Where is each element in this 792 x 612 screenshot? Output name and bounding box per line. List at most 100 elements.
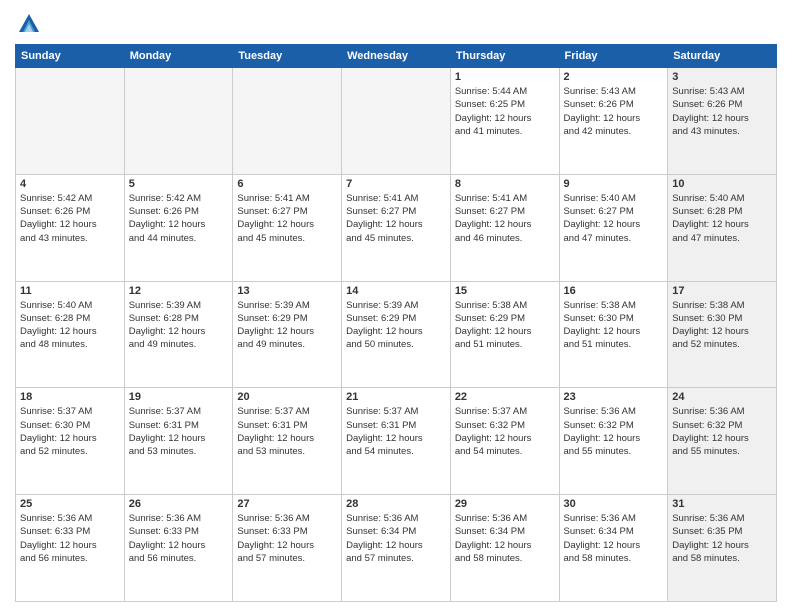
calendar-header-monday: Monday — [124, 45, 233, 68]
calendar-cell: 11 Sunrise: 5:40 AM Sunset: 6:28 PM Dayli… — [16, 281, 125, 388]
calendar-cell: 15 Sunrise: 5:38 AM Sunset: 6:29 PM Dayli… — [450, 281, 559, 388]
calendar-cell: 17 Sunrise: 5:38 AM Sunset: 6:30 PM Dayli… — [668, 281, 777, 388]
calendar-cell: 19 Sunrise: 5:37 AM Sunset: 6:31 PM Dayli… — [124, 388, 233, 495]
calendar-header-tuesday: Tuesday — [233, 45, 342, 68]
calendar-cell: 13 Sunrise: 5:39 AM Sunset: 6:29 PM Dayli… — [233, 281, 342, 388]
day-number: 9 — [564, 178, 664, 190]
logo — [15, 10, 45, 38]
header — [15, 10, 777, 38]
calendar-cell: 30 Sunrise: 5:36 AM Sunset: 6:34 PM Dayli… — [559, 495, 668, 602]
calendar-week-1: 4 Sunrise: 5:42 AM Sunset: 6:26 PM Daylig… — [16, 174, 777, 281]
day-number: 12 — [129, 285, 229, 297]
calendar-cell: 8Sunrise: 5:41 AM Sunset: 6:27 PM Daylig… — [450, 174, 559, 281]
calendar-cell: 20 Sunrise: 5:37 AM Sunset: 6:31 PM Dayli… — [233, 388, 342, 495]
day-info: Sunrise: 5:37 AM Sunset: 6:31 PM Dayligh… — [237, 405, 337, 458]
calendar-week-3: 18 Sunrise: 5:37 AM Sunset: 6:30 PM Dayli… — [16, 388, 777, 495]
calendar-cell: 3 Sunrise: 5:43 AM Sunset: 6:26 PM Daylig… — [668, 68, 777, 175]
calendar-header-wednesday: Wednesday — [342, 45, 451, 68]
calendar-week-0: 1 Sunrise: 5:44 AM Sunset: 6:25 PM Daylig… — [16, 68, 777, 175]
day-info: Sunrise: 5:39 AM Sunset: 6:29 PM Dayligh… — [237, 299, 337, 352]
day-info: Sunrise: 5:37 AM Sunset: 6:31 PM Dayligh… — [346, 405, 446, 458]
day-info: Sunrise: 5:41 AM Sunset: 6:27 PM Dayligh… — [346, 192, 446, 245]
day-info: Sunrise: 5:39 AM Sunset: 6:28 PM Dayligh… — [129, 299, 229, 352]
day-info: Sunrise: 5:43 AM Sunset: 6:26 PM Dayligh… — [672, 85, 772, 138]
day-number: 18 — [20, 391, 120, 403]
day-number: 1 — [455, 71, 555, 83]
day-info: Sunrise: 5:36 AM Sunset: 6:34 PM Dayligh… — [564, 512, 664, 565]
calendar-header-thursday: Thursday — [450, 45, 559, 68]
day-number: 22 — [455, 391, 555, 403]
calendar-cell: 25 Sunrise: 5:36 AM Sunset: 6:33 PM Dayli… — [16, 495, 125, 602]
day-info: Sunrise: 5:43 AM Sunset: 6:26 PM Dayligh… — [564, 85, 664, 138]
day-number: 4 — [20, 178, 120, 190]
day-number: 3 — [672, 71, 772, 83]
calendar-cell: 18 Sunrise: 5:37 AM Sunset: 6:30 PM Dayli… — [16, 388, 125, 495]
calendar-cell — [16, 68, 125, 175]
calendar-cell: 23 Sunrise: 5:36 AM Sunset: 6:32 PM Dayli… — [559, 388, 668, 495]
calendar-header-friday: Friday — [559, 45, 668, 68]
calendar-cell: 9Sunrise: 5:40 AM Sunset: 6:27 PM Daylig… — [559, 174, 668, 281]
day-info: Sunrise: 5:36 AM Sunset: 6:33 PM Dayligh… — [20, 512, 120, 565]
day-number: 5 — [129, 178, 229, 190]
day-info: Sunrise: 5:37 AM Sunset: 6:31 PM Dayligh… — [129, 405, 229, 458]
day-number: 14 — [346, 285, 446, 297]
day-info: Sunrise: 5:40 AM Sunset: 6:28 PM Dayligh… — [20, 299, 120, 352]
day-number: 23 — [564, 391, 664, 403]
calendar-cell — [233, 68, 342, 175]
day-info: Sunrise: 5:36 AM Sunset: 6:35 PM Dayligh… — [672, 512, 772, 565]
calendar-cell — [342, 68, 451, 175]
day-number: 28 — [346, 498, 446, 510]
day-number: 30 — [564, 498, 664, 510]
day-number: 25 — [20, 498, 120, 510]
day-info: Sunrise: 5:36 AM Sunset: 6:33 PM Dayligh… — [129, 512, 229, 565]
day-info: Sunrise: 5:38 AM Sunset: 6:30 PM Dayligh… — [672, 299, 772, 352]
calendar-header-row: SundayMondayTuesdayWednesdayThursdayFrid… — [16, 45, 777, 68]
day-number: 19 — [129, 391, 229, 403]
calendar-header-saturday: Saturday — [668, 45, 777, 68]
day-info: Sunrise: 5:39 AM Sunset: 6:29 PM Dayligh… — [346, 299, 446, 352]
day-info: Sunrise: 5:42 AM Sunset: 6:26 PM Dayligh… — [20, 192, 120, 245]
day-number: 20 — [237, 391, 337, 403]
calendar-cell: 22 Sunrise: 5:37 AM Sunset: 6:32 PM Dayli… — [450, 388, 559, 495]
calendar-cell: 10 Sunrise: 5:40 AM Sunset: 6:28 PM Dayli… — [668, 174, 777, 281]
day-number: 24 — [672, 391, 772, 403]
day-info: Sunrise: 5:36 AM Sunset: 6:32 PM Dayligh… — [672, 405, 772, 458]
day-number: 11 — [20, 285, 120, 297]
day-number: 17 — [672, 285, 772, 297]
day-info: Sunrise: 5:40 AM Sunset: 6:28 PM Dayligh… — [672, 192, 772, 245]
day-info: Sunrise: 5:36 AM Sunset: 6:34 PM Dayligh… — [455, 512, 555, 565]
day-number: 10 — [672, 178, 772, 190]
day-info: Sunrise: 5:41 AM Sunset: 6:27 PM Dayligh… — [237, 192, 337, 245]
day-info: Sunrise: 5:44 AM Sunset: 6:25 PM Dayligh… — [455, 85, 555, 138]
day-number: 21 — [346, 391, 446, 403]
day-info: Sunrise: 5:37 AM Sunset: 6:30 PM Dayligh… — [20, 405, 120, 458]
day-info: Sunrise: 5:36 AM Sunset: 6:33 PM Dayligh… — [237, 512, 337, 565]
calendar-cell: 26 Sunrise: 5:36 AM Sunset: 6:33 PM Dayli… — [124, 495, 233, 602]
calendar-cell: 16 Sunrise: 5:38 AM Sunset: 6:30 PM Dayli… — [559, 281, 668, 388]
day-info: Sunrise: 5:36 AM Sunset: 6:32 PM Dayligh… — [564, 405, 664, 458]
day-number: 8 — [455, 178, 555, 190]
logo-icon — [15, 10, 43, 38]
day-number: 13 — [237, 285, 337, 297]
day-number: 2 — [564, 71, 664, 83]
calendar-week-2: 11 Sunrise: 5:40 AM Sunset: 6:28 PM Dayli… — [16, 281, 777, 388]
calendar-cell: 12 Sunrise: 5:39 AM Sunset: 6:28 PM Dayli… — [124, 281, 233, 388]
day-info: Sunrise: 5:38 AM Sunset: 6:29 PM Dayligh… — [455, 299, 555, 352]
calendar-cell: 21 Sunrise: 5:37 AM Sunset: 6:31 PM Dayli… — [342, 388, 451, 495]
calendar-cell: 2 Sunrise: 5:43 AM Sunset: 6:26 PM Daylig… — [559, 68, 668, 175]
calendar-week-4: 25 Sunrise: 5:36 AM Sunset: 6:33 PM Dayli… — [16, 495, 777, 602]
day-number: 15 — [455, 285, 555, 297]
day-info: Sunrise: 5:37 AM Sunset: 6:32 PM Dayligh… — [455, 405, 555, 458]
day-info: Sunrise: 5:42 AM Sunset: 6:26 PM Dayligh… — [129, 192, 229, 245]
calendar-cell: 29Sunrise: 5:36 AM Sunset: 6:34 PM Dayli… — [450, 495, 559, 602]
calendar-cell: 1 Sunrise: 5:44 AM Sunset: 6:25 PM Daylig… — [450, 68, 559, 175]
day-info: Sunrise: 5:38 AM Sunset: 6:30 PM Dayligh… — [564, 299, 664, 352]
day-number: 31 — [672, 498, 772, 510]
calendar-cell — [124, 68, 233, 175]
day-number: 26 — [129, 498, 229, 510]
day-number: 16 — [564, 285, 664, 297]
calendar-cell: 6Sunrise: 5:41 AM Sunset: 6:27 PM Daylig… — [233, 174, 342, 281]
calendar-header-sunday: Sunday — [16, 45, 125, 68]
calendar-cell: 31 Sunrise: 5:36 AM Sunset: 6:35 PM Dayli… — [668, 495, 777, 602]
calendar-cell: 27Sunrise: 5:36 AM Sunset: 6:33 PM Dayli… — [233, 495, 342, 602]
